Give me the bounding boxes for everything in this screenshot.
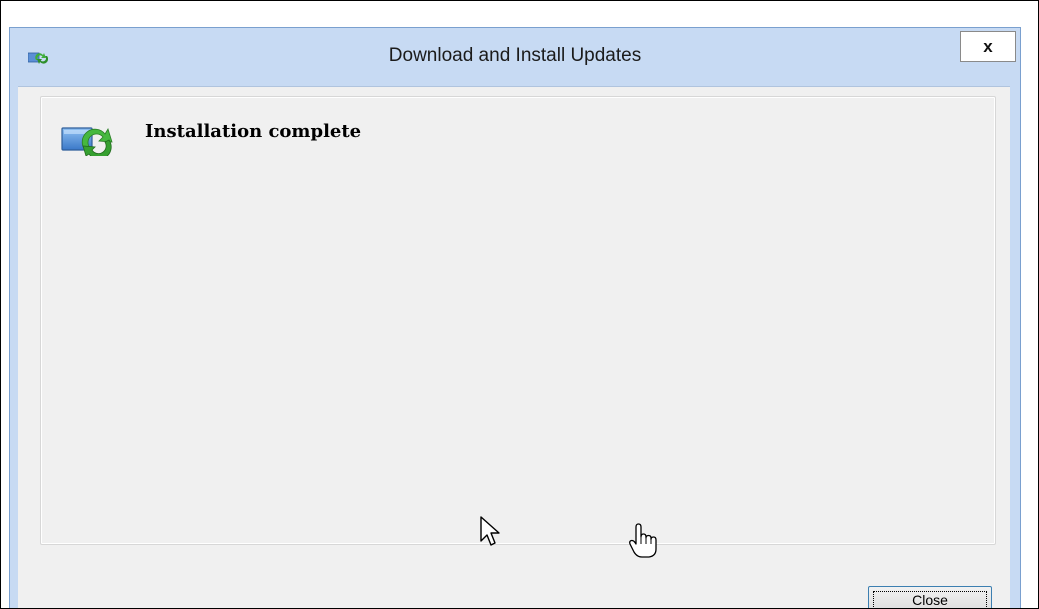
window-title: Download and Install Updates — [388, 45, 642, 66]
title-bar[interactable]: Download and Install Updates x — [10, 28, 1020, 86]
update-dialog-window: Download and Install Updates x Installat… — [9, 27, 1021, 608]
close-icon: x — [983, 36, 993, 56]
dialog-client-area: Installation complete Close — [18, 86, 1010, 608]
close-button-label: Close — [873, 591, 987, 608]
screenshot-frame: Download and Install Updates x Installat… — [0, 0, 1039, 609]
status-heading: Installation complete — [145, 121, 362, 142]
windows-update-icon — [61, 127, 113, 156]
close-window-button[interactable]: x — [960, 31, 1016, 62]
close-button[interactable]: Close — [868, 586, 992, 608]
content-panel: Installation complete — [40, 96, 996, 545]
